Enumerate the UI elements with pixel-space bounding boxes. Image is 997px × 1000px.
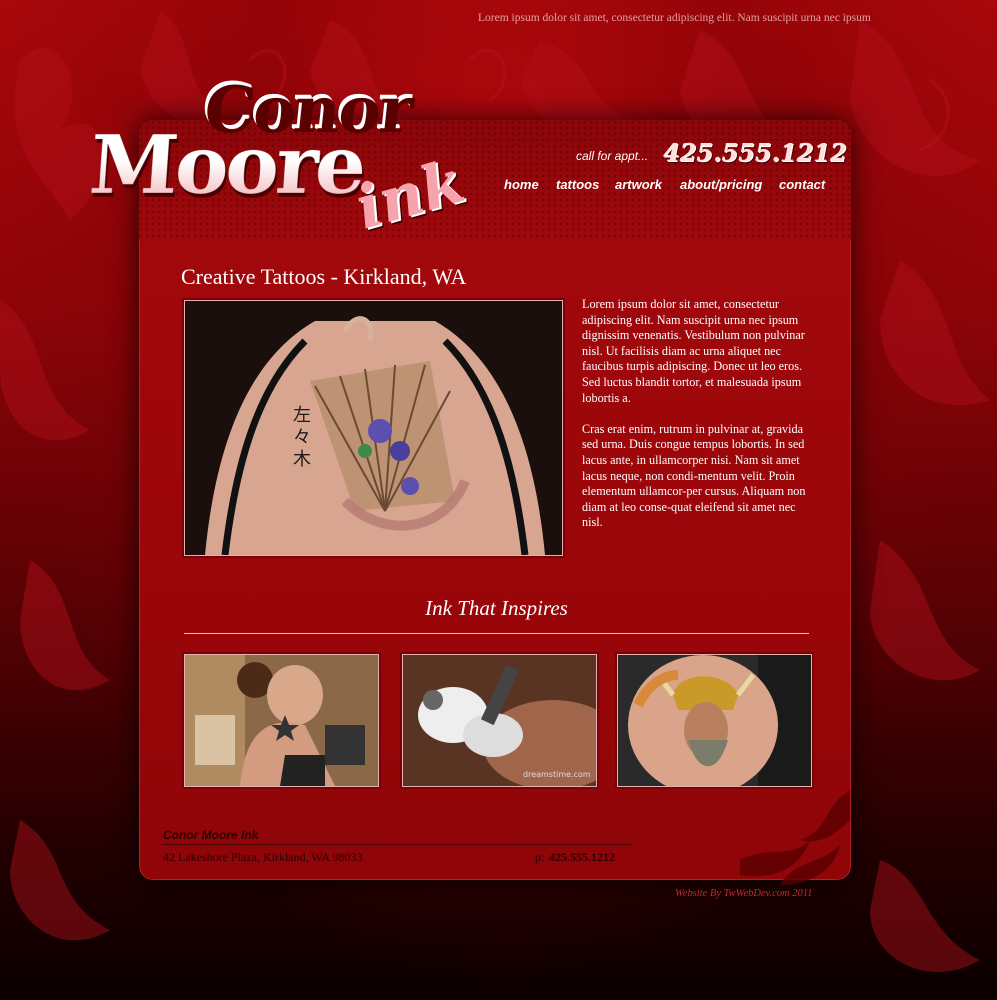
logo-moore: Moore: [86, 118, 367, 212]
footer-business-name: Conor Moore Ink: [163, 828, 259, 842]
intro-paragraph-2: Cras erat enim, rutrum in pulvinar at, g…: [582, 421, 806, 530]
gallery-divider: [184, 633, 809, 634]
svg-text:々: 々: [293, 427, 311, 448]
intro-paragraph-1: Lorem ipsum dolor sit amet, consectetur …: [582, 297, 805, 405]
site-logo[interactable]: Conor Moore ink: [86, 60, 478, 260]
site-credit-link[interactable]: Website By TwWebDev.com 2011: [675, 888, 812, 899]
footer-phone[interactable]: 425.555.1212: [549, 850, 615, 865]
intro-text: Lorem ipsum dolor sit amet, consectetur …: [582, 297, 814, 547]
footer-divider: [163, 844, 633, 845]
gallery-thumb-viking-tattoo[interactable]: [617, 654, 812, 787]
hero-image: 左 々 木: [184, 300, 563, 556]
svg-text:左: 左: [293, 405, 311, 426]
gallery-title: Ink That Inspires: [425, 596, 568, 620]
tribal-ornament: [740, 790, 850, 885]
gallery-thumb-star-shoulder[interactable]: [184, 654, 379, 787]
thumb-watermark: dreamstime.com: [523, 770, 591, 779]
svg-text:木: 木: [293, 449, 311, 470]
nav-artwork[interactable]: artwork: [615, 177, 662, 192]
call-label: call for appt...: [576, 149, 649, 163]
nav-contact[interactable]: contact: [779, 177, 825, 192]
nav-about-pricing[interactable]: about/pricing: [680, 177, 762, 192]
nav-home[interactable]: home: [504, 177, 539, 192]
header-tagline: Lorem ipsum dolor sit amet, consectetur …: [478, 12, 871, 24]
header-phone[interactable]: 425.555.1212: [663, 138, 847, 167]
page-title: Creative Tattoos - Kirkland, WA: [181, 264, 467, 289]
footer-phone-label: p:: [535, 850, 545, 864]
footer-address: 42 Lakeshore Plaza, Kirkland, WA 98033: [163, 850, 363, 864]
logo-ink: ink: [348, 146, 472, 244]
nav-tattoos[interactable]: tattoos: [556, 177, 599, 192]
gallery-thumb-artist-hands[interactable]: dreamstime.com: [402, 654, 597, 787]
